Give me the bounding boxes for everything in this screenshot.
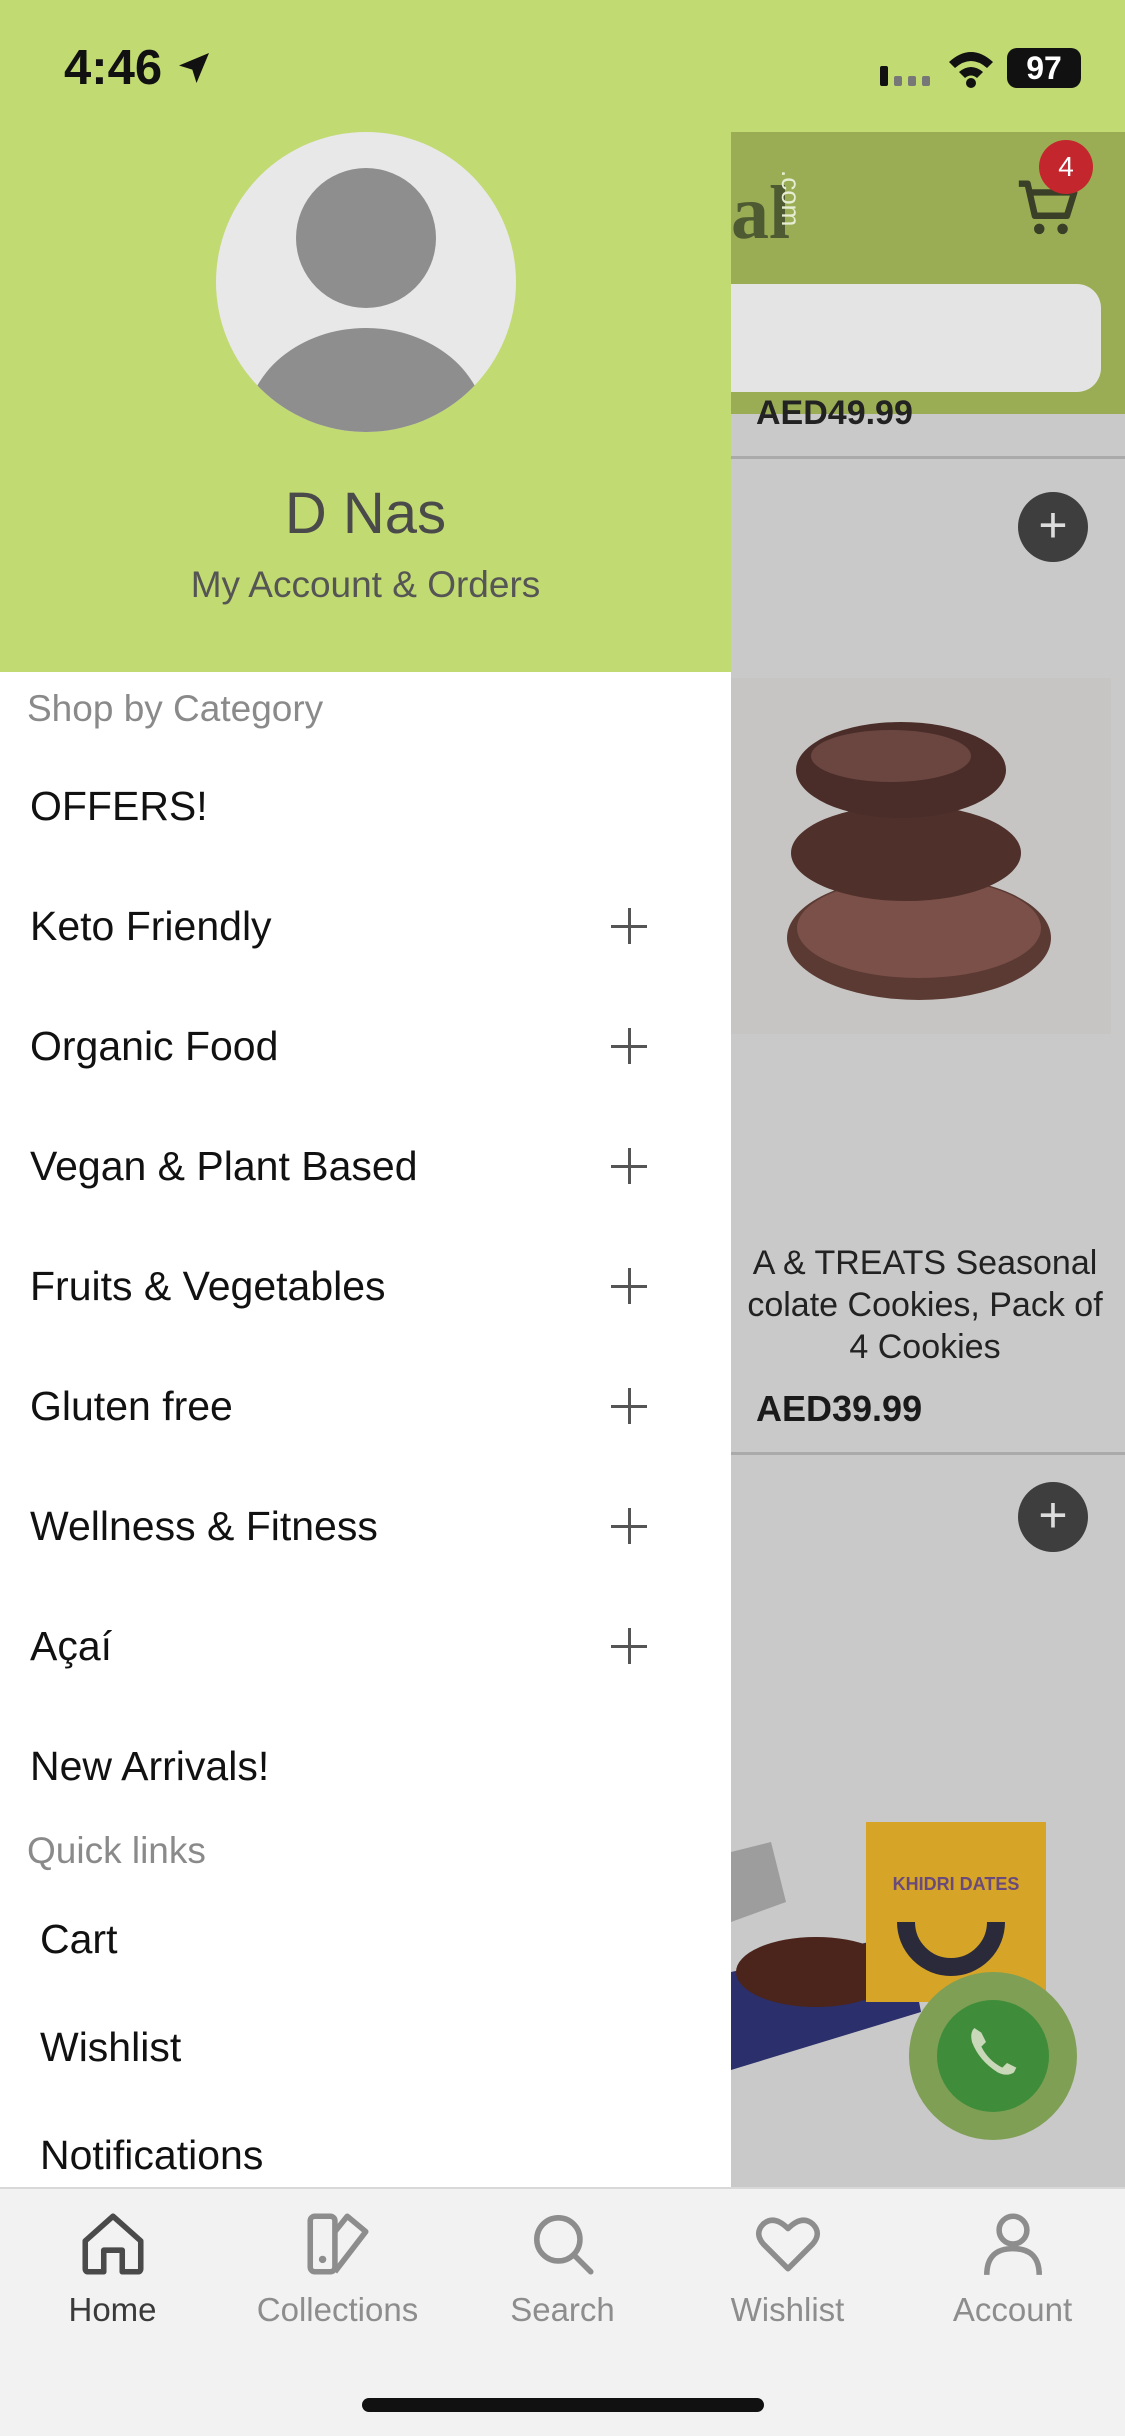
tab-label: Account	[952, 2291, 1073, 2328]
category-item-gluten-free[interactable]: Gluten free	[0, 1381, 731, 1501]
category-label: Gluten free	[30, 1383, 233, 1429]
category-label: Fruits & Vegetables	[30, 1263, 386, 1309]
expand-plus-icon[interactable]	[606, 1503, 654, 1551]
bg-product-price-top: AED49.99	[756, 394, 913, 432]
category-label: Wellness & Fitness	[30, 1503, 378, 1549]
category-item-keto-friendly[interactable]: Keto Friendly	[0, 901, 731, 1021]
cookie-product-image	[731, 678, 1111, 1034]
location-arrow-icon	[179, 53, 209, 83]
collections-icon	[306, 2213, 369, 2275]
background-home-screen[interactable]: al .com 4 AED49.99 + A & TREATS Seasonal…	[731, 132, 1125, 2187]
category-item-fruits-vegetables[interactable]: Fruits & Vegetables	[0, 1261, 731, 1381]
drawer-header: D Nas My Account & Orders	[0, 132, 731, 672]
expand-plus-icon[interactable]	[606, 1383, 654, 1431]
avatar[interactable]	[216, 132, 516, 432]
tab-collections[interactable]: Collections	[225, 2207, 450, 2347]
home-icon	[81, 2213, 144, 2275]
status-time: 4:46	[64, 41, 163, 95]
tab-label: Wishlist	[730, 2291, 845, 2328]
avatar-body	[246, 328, 486, 432]
battery-icon: 97	[1007, 48, 1081, 88]
tab-wishlist[interactable]: Wishlist	[675, 2207, 900, 2347]
bg-divider	[731, 1452, 1125, 1455]
category-label: Açaí	[30, 1623, 113, 1669]
avatar-head	[296, 168, 436, 308]
category-label: Keto Friendly	[30, 903, 272, 949]
quick-link-cart[interactable]: Cart	[40, 1916, 117, 1963]
category-item-acai[interactable]: Açaí	[0, 1621, 731, 1741]
tab-home[interactable]: Home	[0, 2207, 225, 2347]
tab-account[interactable]: Account	[900, 2207, 1125, 2347]
category-item-offers[interactable]: OFFERS!	[0, 781, 731, 901]
add-to-cart-button[interactable]: +	[1018, 1482, 1088, 1552]
bg-search-bar[interactable]	[731, 284, 1101, 392]
bg-app-header: al .com 4	[731, 132, 1125, 414]
category-item-vegan-plant-based[interactable]: Vegan & Plant Based	[0, 1141, 731, 1261]
shop-by-category-title: Shop by Category	[27, 688, 324, 729]
add-to-cart-button[interactable]: +	[1018, 492, 1088, 562]
cart-badge: 4	[1039, 140, 1093, 194]
category-item-organic-food[interactable]: Organic Food	[0, 1021, 731, 1141]
dates-box-label: KHIDRI DATES	[893, 1874, 1020, 1894]
wifi-icon	[949, 52, 993, 88]
expand-plus-icon[interactable]	[606, 1023, 654, 1071]
signal-icon	[880, 66, 930, 86]
side-drawer: D Nas My Account & Orders Shop by Catego…	[0, 132, 731, 2187]
heart-icon	[755, 2217, 820, 2272]
person-icon	[983, 2213, 1042, 2275]
quick-link-notifications[interactable]: Notifications	[40, 2132, 263, 2179]
whatsapp-icon	[937, 2000, 1049, 2112]
tab-label: Collections	[256, 2291, 419, 2328]
account-orders-link[interactable]: My Account & Orders	[0, 564, 731, 606]
category-label: Vegan & Plant Based	[30, 1143, 418, 1189]
category-label: New Arrivals!	[30, 1743, 270, 1789]
expand-plus-icon[interactable]	[606, 903, 654, 951]
tab-label: Search	[510, 2291, 615, 2328]
bg-product-price: AED39.99	[756, 1388, 923, 1429]
home-indicator[interactable]	[362, 2398, 764, 2412]
whatsapp-button[interactable]	[909, 1972, 1077, 2140]
status-bar: 4:46 97	[0, 0, 1125, 132]
quick-link-wishlist[interactable]: Wishlist	[40, 2024, 181, 2071]
expand-plus-icon[interactable]	[606, 1263, 654, 1311]
category-item-wellness-fitness[interactable]: Wellness & Fitness	[0, 1501, 731, 1621]
expand-plus-icon[interactable]	[606, 1143, 654, 1191]
user-name: D Nas	[284, 481, 447, 546]
expand-plus-icon[interactable]	[606, 1623, 654, 1671]
category-label: Organic Food	[30, 1023, 279, 1069]
bg-divider	[731, 456, 1125, 459]
tab-search[interactable]: Search	[450, 2207, 675, 2347]
bg-product-title: A & TREATS Seasonal colate Cookies, Pack…	[747, 1244, 1103, 1366]
bg-logo-suffix: .com	[776, 170, 806, 227]
tab-label: Home	[68, 2291, 157, 2328]
category-label: OFFERS!	[30, 783, 208, 829]
quick-links-title: Quick links	[27, 1830, 206, 1871]
search-icon	[533, 2215, 594, 2275]
